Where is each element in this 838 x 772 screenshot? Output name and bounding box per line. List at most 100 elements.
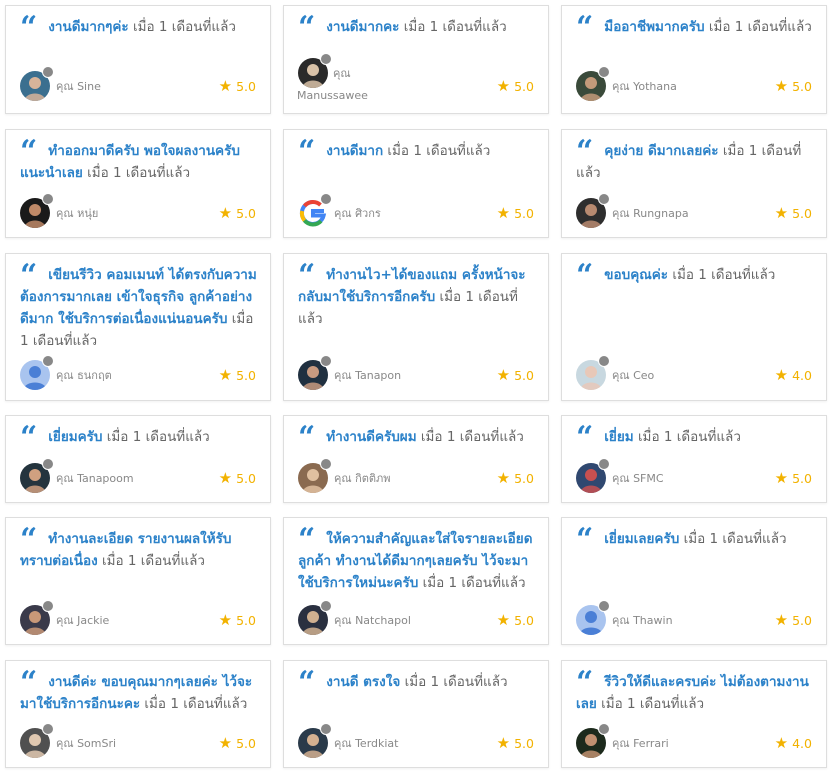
review-time: เมื่อ 1 เดือนที่แล้ว bbox=[683, 531, 787, 547]
rating: ★ 4.0 bbox=[775, 734, 812, 752]
status-dot-icon bbox=[320, 723, 332, 735]
review-message: เยี่ยมเลยครับ bbox=[604, 531, 680, 547]
reviewer-name: คุณ ธนกฤต bbox=[56, 369, 112, 382]
reviewer-name: คุณ Ceo bbox=[612, 369, 655, 382]
avatar bbox=[20, 66, 54, 101]
star-icon: ★ bbox=[774, 77, 789, 95]
avatar bbox=[576, 600, 610, 635]
review-card: “ ทำงานดีครับผม เมื่อ 1 เดือนที่แล้วคุณ … bbox=[283, 415, 549, 503]
review-message: เยี่ยมครับ bbox=[48, 429, 103, 445]
reviewer-name: คุณ Jackie bbox=[56, 614, 110, 627]
rating-value: 5.0 bbox=[514, 736, 534, 751]
star-icon: ★ bbox=[496, 77, 511, 95]
rating-value: 5.0 bbox=[792, 471, 812, 486]
avatar bbox=[298, 600, 332, 635]
rating-value: 5.0 bbox=[236, 206, 256, 221]
rating-value: 5.0 bbox=[236, 471, 256, 486]
rating: ★ 5.0 bbox=[775, 611, 812, 629]
quote-icon: “ bbox=[20, 10, 37, 45]
quote-icon: “ bbox=[20, 665, 37, 700]
rating: ★ 5.0 bbox=[497, 469, 534, 487]
review-card: “ เขียนรีวิว คอมเมนท์ ได้ตรงกับความต้องก… bbox=[5, 253, 271, 401]
review-card: “ ทำงานละเอียด รายงานผลให้รับทราบต่อเนื่… bbox=[5, 517, 271, 645]
reviewer-name: คุณ Terdkiat bbox=[334, 737, 399, 750]
reviewer-name: คุณ Tanapoom bbox=[56, 472, 134, 485]
review-message: ทำงานดีครับผม bbox=[326, 429, 417, 445]
review-text: “ ให้ความสำคัญและใส่ใจรายละเอียดลูกค้า ท… bbox=[298, 525, 538, 594]
reviewer-name: คุณ Rungnapa bbox=[612, 207, 689, 220]
quote-icon: “ bbox=[576, 420, 593, 455]
review-time: เมื่อ 1 เดือนที่แล้ว bbox=[102, 553, 205, 569]
avatar bbox=[20, 193, 54, 228]
star-icon: ★ bbox=[496, 469, 511, 487]
rating-value: 5.0 bbox=[792, 206, 812, 221]
review-message: คุยง่าย ดีมากเลยค่ะ bbox=[604, 143, 719, 159]
star-icon: ★ bbox=[774, 734, 789, 752]
status-dot-icon bbox=[598, 355, 610, 367]
review-text: “ รีวิวให้ดีและครบค่ะ ไม่ต้องตามงานเลย เ… bbox=[576, 665, 816, 715]
review-card: “ รีวิวให้ดีและครบค่ะ ไม่ต้องตามงานเลย เ… bbox=[561, 660, 827, 768]
review-text: “ เขียนรีวิว คอมเมนท์ ได้ตรงกับความต้องก… bbox=[20, 261, 260, 352]
quote-icon: “ bbox=[298, 420, 315, 455]
review-text: “ ขอบคุณค่ะ เมื่อ 1 เดือนที่แล้ว bbox=[576, 258, 816, 293]
rating-value: 4.0 bbox=[792, 368, 812, 383]
reviewer-name: คุณ SFMC bbox=[612, 472, 664, 485]
reviewer-name: คุณ กิตติภพ bbox=[334, 472, 391, 485]
star-icon: ★ bbox=[496, 204, 511, 222]
status-dot-icon bbox=[320, 193, 332, 205]
review-card: “ เยี่ยม เมื่อ 1 เดือนที่แล้ว คุณ SFMC ★ 5.… bbox=[561, 415, 827, 503]
review-card: “ มืออาชีพมากครับ เมื่อ 1 เดือนที่แล้ว คุ… bbox=[561, 5, 827, 114]
review-time: เมื่อ 1 เดือนที่แล้ว bbox=[422, 575, 526, 591]
rating-value: 5.0 bbox=[514, 206, 534, 221]
rating: ★ 5.0 bbox=[219, 734, 256, 752]
rating: ★ 5.0 bbox=[497, 366, 534, 384]
quote-icon: “ bbox=[576, 258, 593, 293]
avatar bbox=[576, 458, 610, 493]
review-card: “ งานดีมากคะ เมื่อ 1 เดือนที่แล้ว คุณ Manu… bbox=[283, 5, 549, 114]
review-time: เมื่อ 1 เดือนที่แล้ว bbox=[708, 19, 812, 35]
review-time: เมื่อ 1 เดือนที่แล้ว bbox=[420, 429, 524, 445]
star-icon: ★ bbox=[218, 77, 233, 95]
avatar bbox=[298, 723, 332, 758]
avatar bbox=[298, 355, 332, 390]
avatar bbox=[20, 355, 54, 390]
reviewer-name: คุณ หนุ่ย bbox=[56, 207, 99, 220]
rating: ★ 5.0 bbox=[219, 77, 256, 95]
status-dot-icon bbox=[598, 723, 610, 735]
review-card: “ คุยง่าย ดีมากเลยค่ะ เมื่อ 1 เดือนที่แล… bbox=[561, 129, 827, 238]
status-dot-icon bbox=[42, 355, 54, 367]
rating: ★ 5.0 bbox=[775, 204, 812, 222]
review-message: งานดีมากคะ bbox=[326, 19, 400, 35]
reviewer-name: คุณ ศิวกร bbox=[334, 207, 381, 220]
review-message: เขียนรีวิว คอมเมนท์ ได้ตรงกับความต้องการ… bbox=[20, 267, 257, 327]
rating: ★ 5.0 bbox=[219, 469, 256, 487]
review-text: “ คุยง่าย ดีมากเลยค่ะ เมื่อ 1 เดือนที่แล… bbox=[576, 134, 816, 184]
rating-value: 5.0 bbox=[514, 368, 534, 383]
review-card: “ ทำออกมาดีครับ พอใจผลงานครับ แนะนำเลย เ… bbox=[5, 129, 271, 238]
reviewer-name: คุณ Yothana bbox=[612, 80, 677, 93]
rating: ★ 4.0 bbox=[775, 366, 812, 384]
reviewer-name: คุณ Natchapol bbox=[334, 614, 411, 627]
status-dot-icon bbox=[320, 355, 332, 367]
review-card: “ ขอบคุณค่ะ เมื่อ 1 เดือนที่แล้วคุณ Ceo ★… bbox=[561, 253, 827, 401]
rating: ★ 5.0 bbox=[497, 611, 534, 629]
review-card: “ งานดีค่ะ ขอบคุณมากๆเลยค่ะ ไว้จะมาใช้บร… bbox=[5, 660, 271, 768]
star-icon: ★ bbox=[218, 469, 233, 487]
avatar bbox=[298, 193, 332, 228]
review-text: “ งานดี ตรงใจ เมื่อ 1 เดือนที่แล้ว bbox=[298, 668, 538, 698]
rating-value: 5.0 bbox=[792, 79, 812, 94]
rating: ★ 5.0 bbox=[775, 469, 812, 487]
review-text: “ เยี่ยมเลยครับ เมื่อ 1 เดือนที่แล้ว bbox=[576, 525, 816, 555]
review-time: เมื่อ 1 เดือนที่แล้ว bbox=[144, 696, 248, 712]
review-message: งานดีมาก bbox=[326, 143, 384, 159]
review-time: เมื่อ 1 เดือนที่แล้ว bbox=[601, 696, 705, 712]
quote-icon: “ bbox=[576, 665, 593, 700]
quote-icon: “ bbox=[298, 10, 315, 45]
review-time: เมื่อ 1 เดือนที่แล้ว bbox=[387, 143, 491, 159]
status-dot-icon bbox=[42, 458, 54, 470]
quote-icon: “ bbox=[576, 134, 593, 169]
review-text: “ งานดีค่ะ ขอบคุณมากๆเลยค่ะ ไว้จะมาใช้บร… bbox=[20, 665, 260, 715]
quote-icon: “ bbox=[298, 134, 315, 169]
status-dot-icon bbox=[598, 458, 610, 470]
star-icon: ★ bbox=[774, 611, 789, 629]
